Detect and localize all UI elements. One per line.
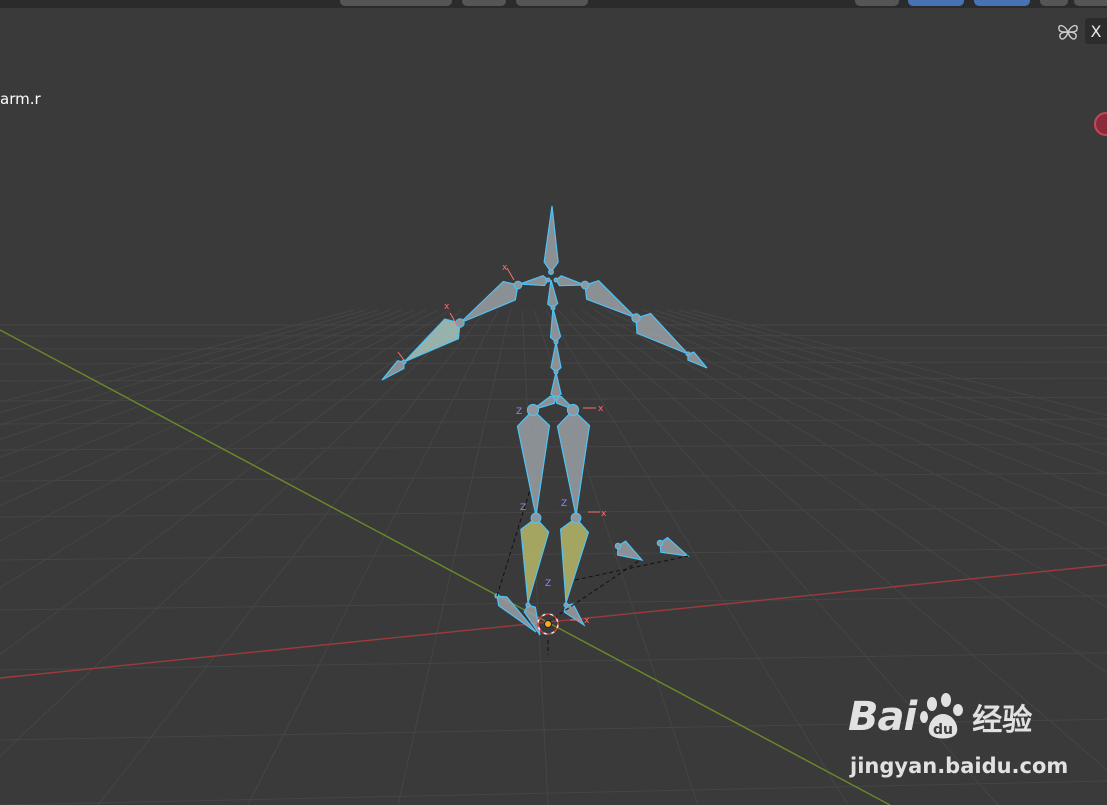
bone-axis-x-label: x xyxy=(584,616,590,626)
bone-axis-x-label: x xyxy=(444,302,450,312)
bone-shin-r-head xyxy=(570,512,582,524)
3d-viewport[interactable]: xxxZZZZxx xyxy=(0,0,1107,805)
header-pivot-dropdown[interactable] xyxy=(462,0,506,6)
bone-forearm-r-head xyxy=(631,313,641,323)
header-gizmo-toggle[interactable] xyxy=(908,0,964,6)
bone-upper-arm-r-head xyxy=(580,280,590,290)
bone-knee-target-r-head xyxy=(656,539,664,547)
header-visibility-button[interactable] xyxy=(855,0,899,6)
header-snap-dropdown[interactable] xyxy=(516,0,588,6)
bone-axis-z-label: Z xyxy=(545,579,551,589)
viewport-scene[interactable]: xxxZZ ZZxx xyxy=(0,0,1107,805)
bone-axis-z-label: Z xyxy=(561,499,567,509)
bone-axis-x-label: x xyxy=(598,404,604,414)
bone-chest-head xyxy=(553,339,559,345)
header-overlay-toggle[interactable] xyxy=(974,0,1030,6)
close-button[interactable]: X xyxy=(1085,18,1107,44)
header-shading-button[interactable] xyxy=(1074,0,1107,6)
bone-head-head xyxy=(548,269,554,275)
bone-hand-r-head xyxy=(685,351,691,357)
bone-forearm-l-head xyxy=(455,318,465,328)
active-object-label: arm.r xyxy=(0,90,41,108)
bone-foot-r-head xyxy=(563,602,569,608)
bone-axis-z-label: Z xyxy=(516,407,522,417)
bone-upper-arm-l-head xyxy=(513,280,523,290)
bone-foot-l-head xyxy=(525,602,531,608)
bone-shin-l-head xyxy=(530,512,542,524)
butterfly-navigate-icon[interactable] xyxy=(1056,20,1080,44)
bone-hand-l-head xyxy=(401,359,407,365)
bone-shoulder-r-head xyxy=(553,277,559,283)
header-mode-dropdown[interactable] xyxy=(340,0,452,6)
bone-knee-target-l-head xyxy=(614,542,622,550)
bone-thigh-r-head xyxy=(566,403,580,417)
bone-spine-head xyxy=(553,369,559,375)
bone-pelvis-r-head xyxy=(553,395,559,401)
viewport-header xyxy=(0,0,1107,8)
header-xray-button[interactable] xyxy=(1040,0,1068,6)
bone-thigh-l-head xyxy=(526,403,540,417)
bone-axis-x-label: x xyxy=(601,509,607,519)
bone-neck-head xyxy=(550,305,556,311)
object-origin-dot xyxy=(544,620,552,628)
bone-shoulder-l-head xyxy=(545,277,551,283)
bone-axis-z-label: Z xyxy=(520,503,526,513)
